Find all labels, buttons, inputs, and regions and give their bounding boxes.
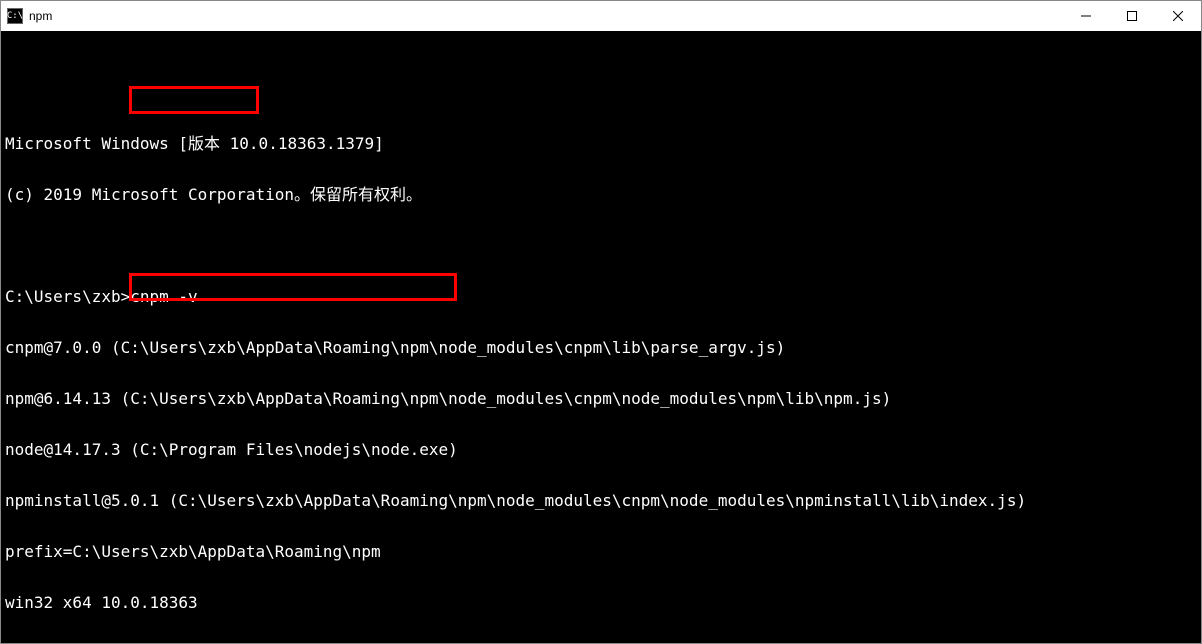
terminal-line: C:\Users\zxb>cnpm -v xyxy=(5,288,1197,305)
app-icon: C:\ xyxy=(7,8,23,24)
close-button[interactable] xyxy=(1155,1,1201,31)
highlight-box-1 xyxy=(129,86,259,114)
terminal-line: cnpm@7.0.0 (C:\Users\zxb\AppData\Roaming… xyxy=(5,339,1197,356)
titlebar[interactable]: C:\ npm xyxy=(1,1,1201,31)
terminal-output[interactable]: Microsoft Windows [版本 10.0.18363.1379] (… xyxy=(1,31,1201,643)
terminal-line xyxy=(5,237,1197,254)
terminal-line: (c) 2019 Microsoft Corporation。保留所有权利。 xyxy=(5,186,1197,203)
minimize-button[interactable] xyxy=(1063,1,1109,31)
window-title: npm xyxy=(29,9,1063,23)
terminal-line: node@14.17.3 (C:\Program Files\nodejs\no… xyxy=(5,441,1197,458)
terminal-line: npminstall@5.0.1 (C:\Users\zxb\AppData\R… xyxy=(5,492,1197,509)
window-frame: C:\ npm Microsoft Windows [版本 10.0.18363… xyxy=(0,0,1202,644)
window-controls xyxy=(1063,1,1201,31)
terminal-line: win32 x64 10.0.18363 xyxy=(5,594,1197,611)
terminal-line: npm@6.14.13 (C:\Users\zxb\AppData\Roamin… xyxy=(5,390,1197,407)
maximize-button[interactable] xyxy=(1109,1,1155,31)
terminal-line: prefix=C:\Users\zxb\AppData\Roaming\npm xyxy=(5,543,1197,560)
terminal-line: Microsoft Windows [版本 10.0.18363.1379] xyxy=(5,135,1197,152)
